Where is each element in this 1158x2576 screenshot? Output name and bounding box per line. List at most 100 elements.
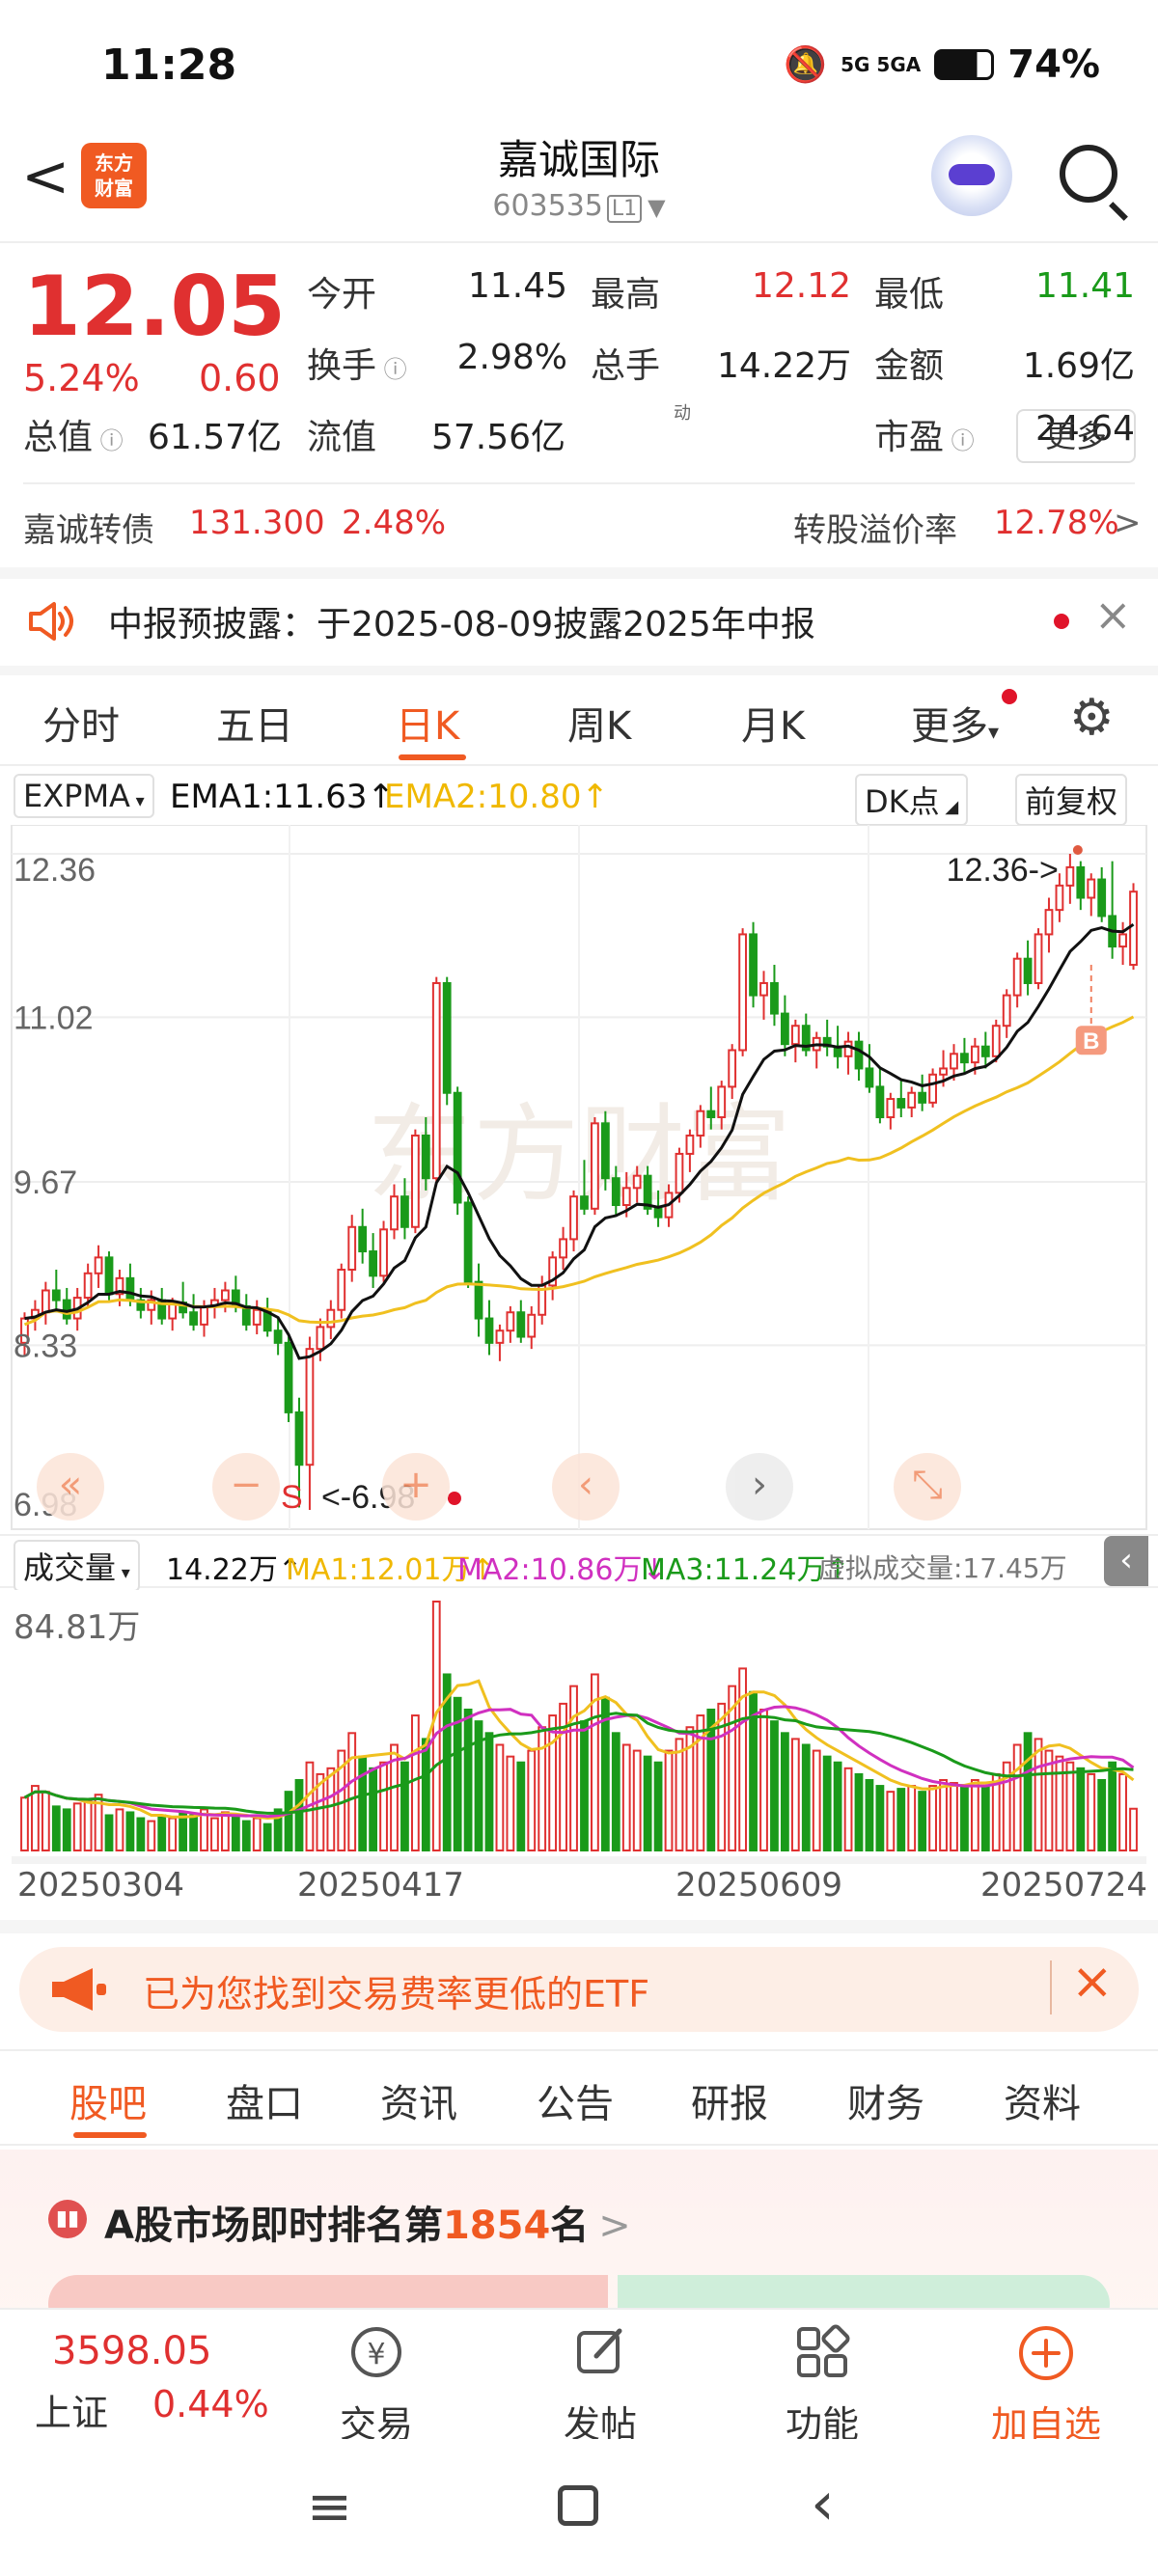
- price-axis-label: 8.33: [14, 1328, 77, 1364]
- subtab-underline: [73, 2132, 147, 2138]
- candle: [960, 1053, 969, 1064]
- status-right: 🔕 5G 5GA 74%: [784, 42, 1100, 87]
- volume-select[interactable]: 成交量 ▾: [14, 1540, 140, 1592]
- volume-bar: [928, 1785, 937, 1851]
- home-icon[interactable]: [558, 2485, 598, 2526]
- candle: [653, 1207, 663, 1219]
- change-percent: 5.24%: [23, 357, 140, 399]
- volume-bar: [358, 1755, 368, 1851]
- candle: [1118, 933, 1127, 948]
- volume-bar: [262, 1822, 272, 1852]
- divider: [0, 2049, 1158, 2051]
- kline-chart[interactable]: 东方财富 12.3611.029.678.336.98 12.36-><-6.9…: [0, 825, 1158, 1534]
- volume-bar: [950, 1782, 958, 1851]
- volume-bar: [516, 1761, 526, 1852]
- candle: [696, 1110, 705, 1137]
- candle: [390, 1195, 399, 1231]
- rank-text: A股市场即时排名第1854名 >: [104, 2194, 631, 2250]
- assistant-robot-icon[interactable]: [931, 135, 1012, 216]
- tab-guba[interactable]: 股吧: [69, 2072, 147, 2128]
- tab-weekly-k[interactable]: 周K: [567, 695, 631, 751]
- index-pct[interactable]: 0.44%: [152, 2383, 269, 2425]
- tab-wuri[interactable]: 五日: [216, 695, 293, 751]
- quote-label: 市盈 ⓘ: [874, 418, 975, 457]
- tab-more[interactable]: 更多▾: [911, 695, 999, 751]
- divider: [0, 241, 1158, 243]
- close-icon[interactable]: ×: [1071, 1953, 1114, 2011]
- convertible-name[interactable]: 嘉诚转债: [23, 504, 154, 551]
- ema1-label: EMA1:11.63↑: [170, 778, 395, 816]
- candle: [591, 1122, 599, 1210]
- info-icon[interactable]: ⓘ: [376, 356, 407, 383]
- period-tabs: 分时 五日 日K 周K 月K 更多▾ ⚙: [0, 675, 1158, 768]
- tab-pankou[interactable]: 盘口: [226, 2072, 303, 2128]
- candle: [632, 1174, 642, 1190]
- tab-news[interactable]: 资讯: [380, 2072, 457, 2128]
- tab-fenshi[interactable]: 分时: [42, 695, 120, 751]
- section-gap: [0, 1920, 1158, 1933]
- next-icon[interactable]: ›: [726, 1453, 793, 1521]
- volume-chart[interactable]: 84.81万: [0, 1590, 1158, 1865]
- candle: [790, 1025, 800, 1046]
- candle: [369, 1250, 377, 1277]
- volume-bar: [72, 1802, 82, 1851]
- tab-monthly-k[interactable]: 月K: [741, 695, 805, 751]
- notice-bar[interactable]: 中报预披露：于2025-08-09披露2025年中报 ×: [0, 579, 1158, 664]
- tab-research[interactable]: 研报: [691, 2072, 768, 2128]
- candle: [326, 1308, 336, 1329]
- zoom-out-icon[interactable]: −: [212, 1453, 280, 1521]
- date-axis-label: 20250724: [980, 1866, 1148, 1905]
- volume-bar: [843, 1767, 853, 1851]
- candle: [770, 981, 779, 1015]
- zoom-in-icon[interactable]: +: [382, 1453, 450, 1521]
- volume-bar: [1012, 1743, 1022, 1852]
- index-value[interactable]: 3598.05: [52, 2329, 211, 2373]
- tab-profile[interactable]: 资料: [1004, 2072, 1081, 2128]
- candle: [506, 1311, 515, 1332]
- settings-gear-icon[interactable]: ⚙: [1069, 689, 1115, 747]
- adjust-button[interactable]: 前复权: [1015, 774, 1128, 826]
- info-icon[interactable]: ⓘ: [93, 427, 124, 454]
- index-name[interactable]: 上证: [35, 2383, 108, 2436]
- volume-bar: [790, 1738, 800, 1851]
- low-dot: [447, 1492, 461, 1505]
- pe-superscript: 动: [674, 403, 691, 424]
- convertible-pct: 2.48%: [342, 504, 447, 542]
- search-icon[interactable]: [1060, 145, 1117, 203]
- candle: [484, 1317, 494, 1344]
- candle: [980, 1045, 990, 1057]
- nav-back-icon[interactable]: ‹: [811, 2468, 835, 2538]
- collapse-panel-icon[interactable]: ‹: [1104, 1536, 1148, 1586]
- dk-point-select[interactable]: DK点 ◢: [855, 774, 969, 826]
- caret-down-icon: ▾: [129, 791, 145, 811]
- volume-bar: [781, 1732, 789, 1851]
- rank-section[interactable]: ▮▮ A股市场即时排名第1854名 >: [0, 2150, 1158, 2333]
- scroll-left-icon[interactable]: «: [37, 1453, 104, 1521]
- info-icon[interactable]: ⓘ: [944, 427, 975, 454]
- candle: [675, 1152, 684, 1194]
- tab-finance[interactable]: 财务: [847, 2072, 924, 2128]
- menu-icon[interactable]: ≡: [307, 2476, 352, 2538]
- candle: [284, 1341, 293, 1413]
- volume-bar: [643, 1755, 652, 1851]
- volume-bar: [136, 1817, 146, 1852]
- candle: [843, 1040, 853, 1057]
- volume-bar: [369, 1767, 377, 1851]
- prev-icon[interactable]: ‹: [552, 1453, 620, 1521]
- tab-daily-k[interactable]: 日K: [396, 695, 459, 751]
- quote-label: 今开: [307, 275, 377, 315]
- etf-banner[interactable]: 已为您找到交易费率更低的ETF ×: [19, 1947, 1139, 2032]
- volume-bar: [812, 1749, 821, 1851]
- indicator-select[interactable]: EXPMA ▾: [14, 774, 154, 818]
- tab-announcements[interactable]: 公告: [537, 2072, 614, 2128]
- volume-bar: [221, 1811, 230, 1851]
- more-button[interactable]: 更多: [1016, 409, 1136, 463]
- close-icon[interactable]: ×: [1094, 589, 1132, 641]
- chevron-right-icon[interactable]: >: [1114, 504, 1142, 542]
- quote-value: 11.41: [1034, 266, 1135, 306]
- volume-bar: [886, 1791, 896, 1851]
- fullscreen-icon[interactable]: ⤡: [894, 1453, 961, 1521]
- volume-bar: [252, 1817, 262, 1852]
- candle: [854, 1040, 864, 1070]
- ema2-label: EMA2:10.80↑: [384, 778, 609, 816]
